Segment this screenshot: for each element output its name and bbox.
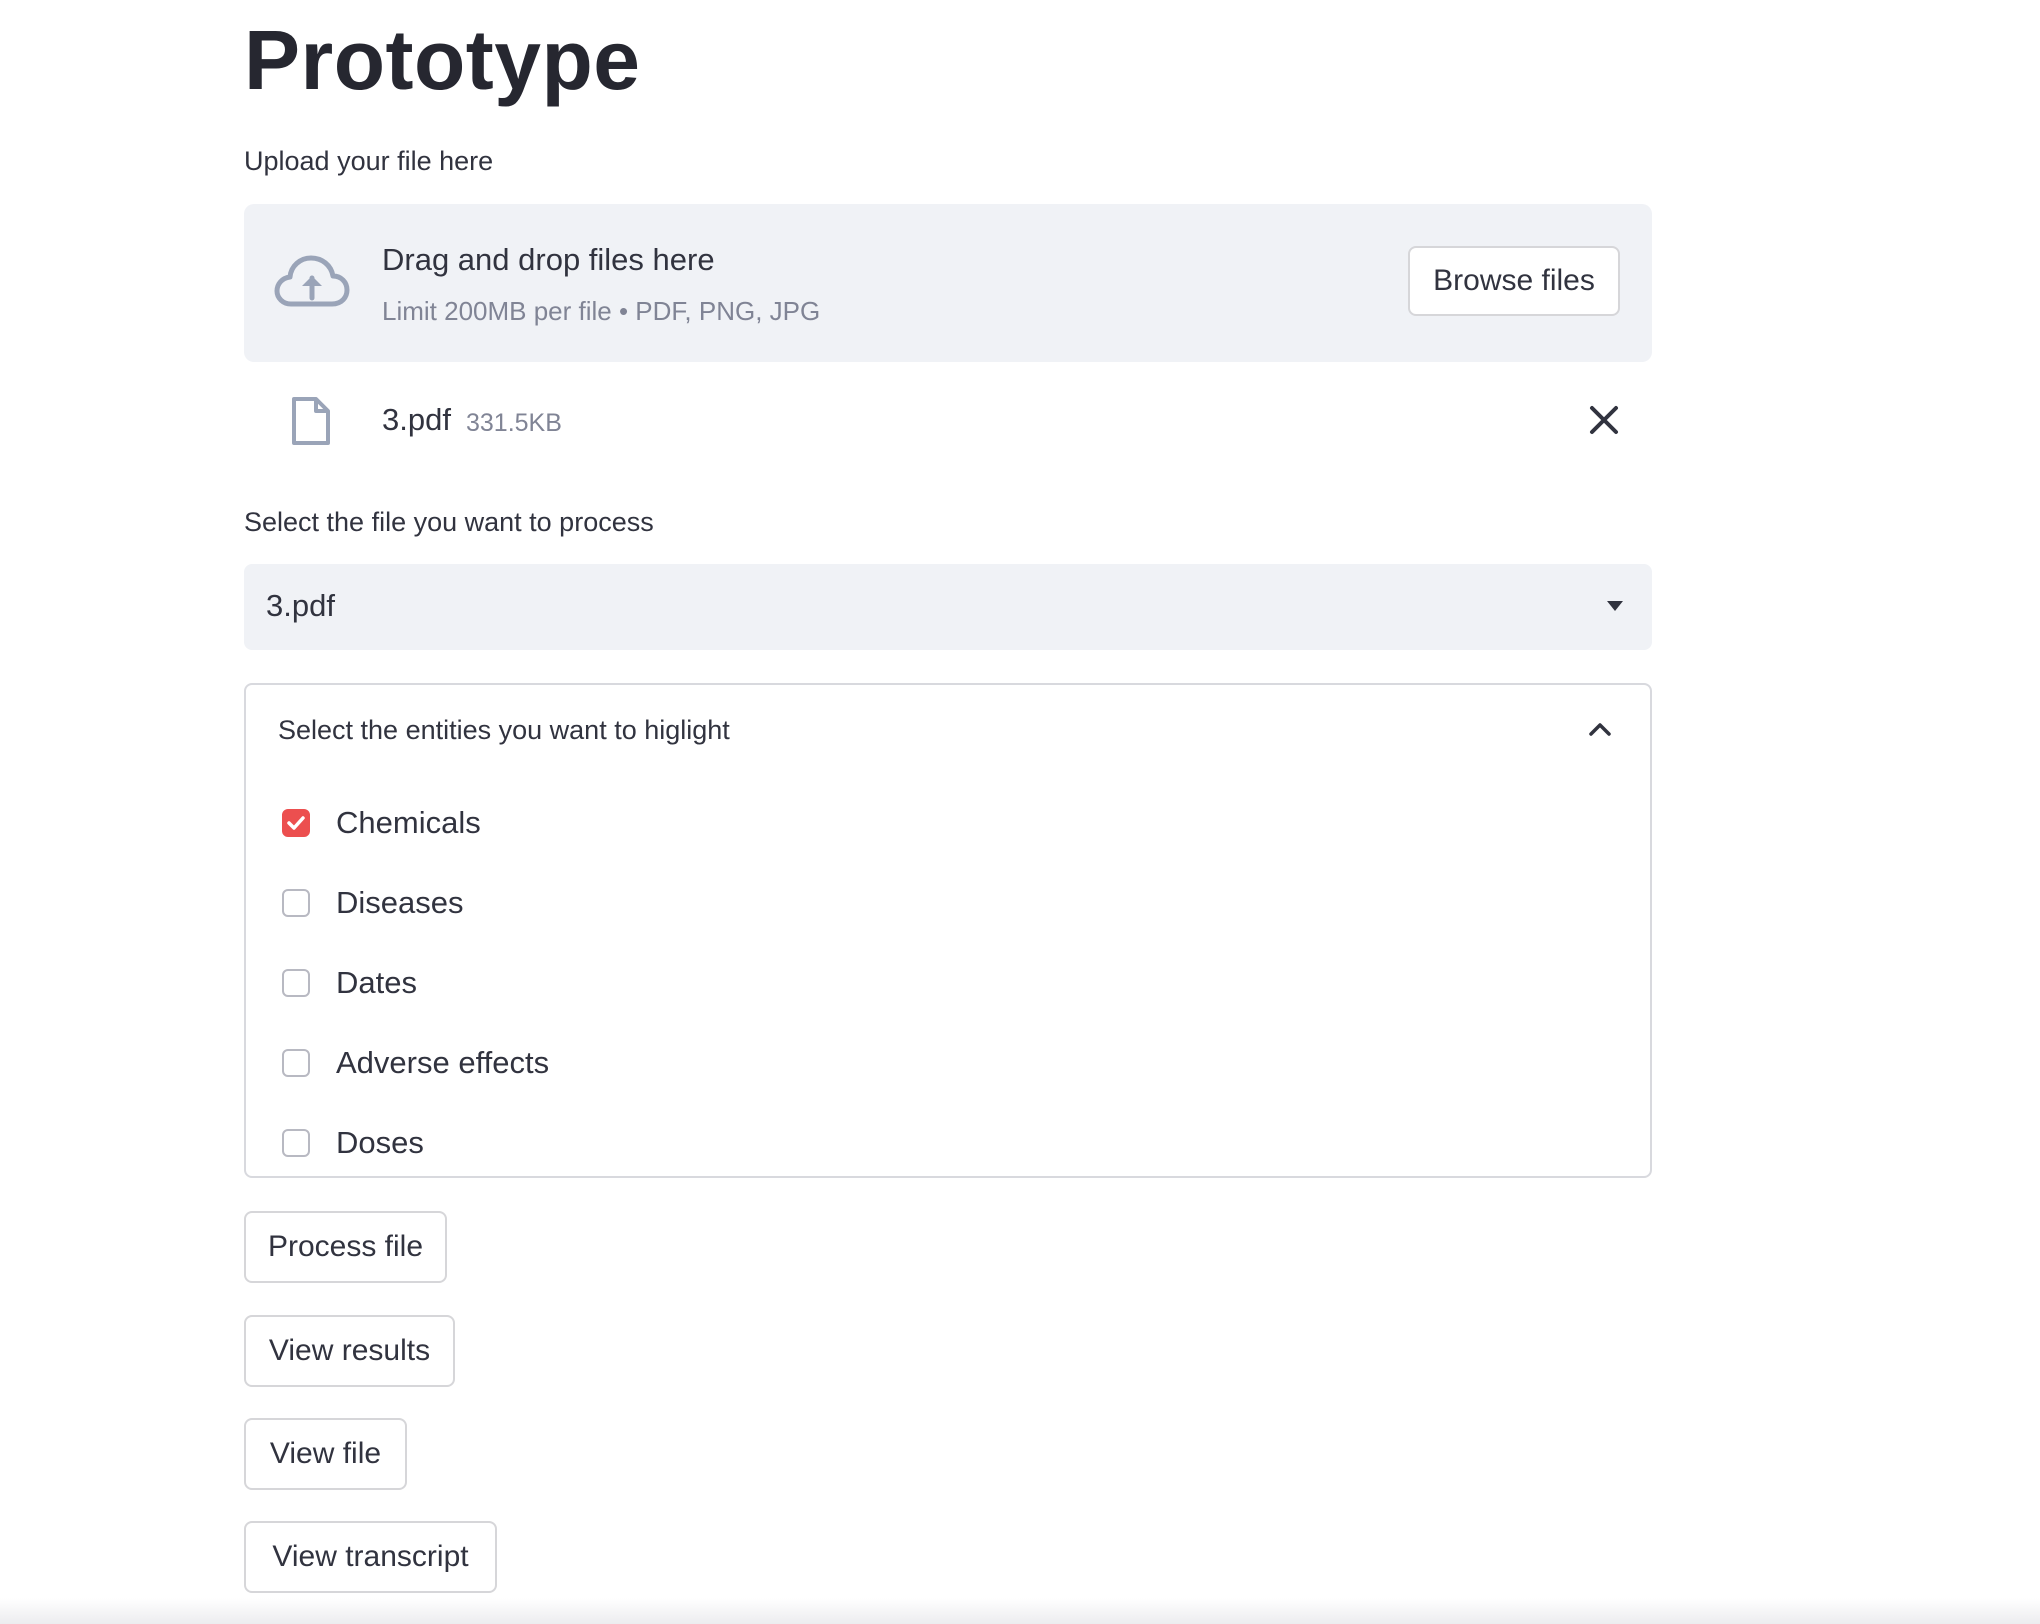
page-title: Prototype — [244, 13, 641, 107]
view-transcript-button[interactable]: View transcript — [244, 1521, 497, 1593]
dropzone-title: Drag and drop files here — [382, 242, 715, 277]
checkbox-diseases[interactable]: Diseases — [282, 881, 464, 925]
checkbox-unchecked-icon[interactable] — [282, 1129, 310, 1157]
file-dropzone[interactable]: Drag and drop files here Limit 200MB per… — [244, 204, 1652, 362]
entities-expander-header[interactable]: Select the entities you want to higlight — [246, 685, 1650, 777]
file-select-dropdown[interactable]: 3.pdf — [244, 564, 1652, 650]
uploader-label: Upload your file here — [244, 146, 494, 176]
checkbox-adverse-effects[interactable]: Adverse effects — [282, 1041, 549, 1085]
checkbox-label: Diseases — [336, 885, 464, 920]
checkbox-label: Doses — [336, 1125, 424, 1160]
cloud-upload-icon — [274, 255, 350, 307]
checkbox-chemicals[interactable]: Chemicals — [282, 801, 481, 845]
entities-expander: Select the entities you want to higlight… — [244, 683, 1652, 1178]
checkbox-unchecked-icon[interactable] — [282, 1049, 310, 1077]
browse-files-button[interactable]: Browse files — [1408, 246, 1620, 316]
checkbox-label: Adverse effects — [336, 1045, 550, 1080]
file-select-label: Select the file you want to process — [244, 507, 654, 537]
checkbox-unchecked-icon[interactable] — [282, 889, 310, 917]
checkbox-label: Dates — [336, 965, 417, 1000]
uploaded-file-size: 331.5KB — [466, 409, 562, 437]
checkbox-unchecked-icon[interactable] — [282, 969, 310, 997]
file-icon — [292, 397, 330, 445]
caret-down-icon — [1607, 601, 1623, 611]
file-select-value: 3.pdf — [266, 588, 335, 623]
entities-expander-title: Select the entities you want to higlight — [278, 715, 730, 745]
checkbox-dates[interactable]: Dates — [282, 961, 417, 1005]
uploaded-file-item: 3.pdf 331.5KB — [244, 386, 1652, 454]
checkbox-checked-icon[interactable] — [282, 809, 310, 837]
view-file-button[interactable]: View file — [244, 1418, 407, 1490]
view-results-button[interactable]: View results — [244, 1315, 455, 1387]
uploaded-file-name: 3.pdf — [382, 402, 451, 437]
process-file-button[interactable]: Process file — [244, 1211, 447, 1283]
chevron-up-icon — [1589, 723, 1611, 736]
dropzone-subtitle: Limit 200MB per file • PDF, PNG, JPG — [382, 296, 821, 326]
checkbox-doses[interactable]: Doses — [282, 1121, 424, 1165]
bottom-scroll-shade — [0, 1598, 2040, 1624]
app-page: Prototype Upload your file here Drag and… — [0, 0, 2040, 1624]
remove-file-close-icon[interactable] — [1584, 400, 1624, 440]
checkbox-label: Chemicals — [336, 805, 481, 840]
